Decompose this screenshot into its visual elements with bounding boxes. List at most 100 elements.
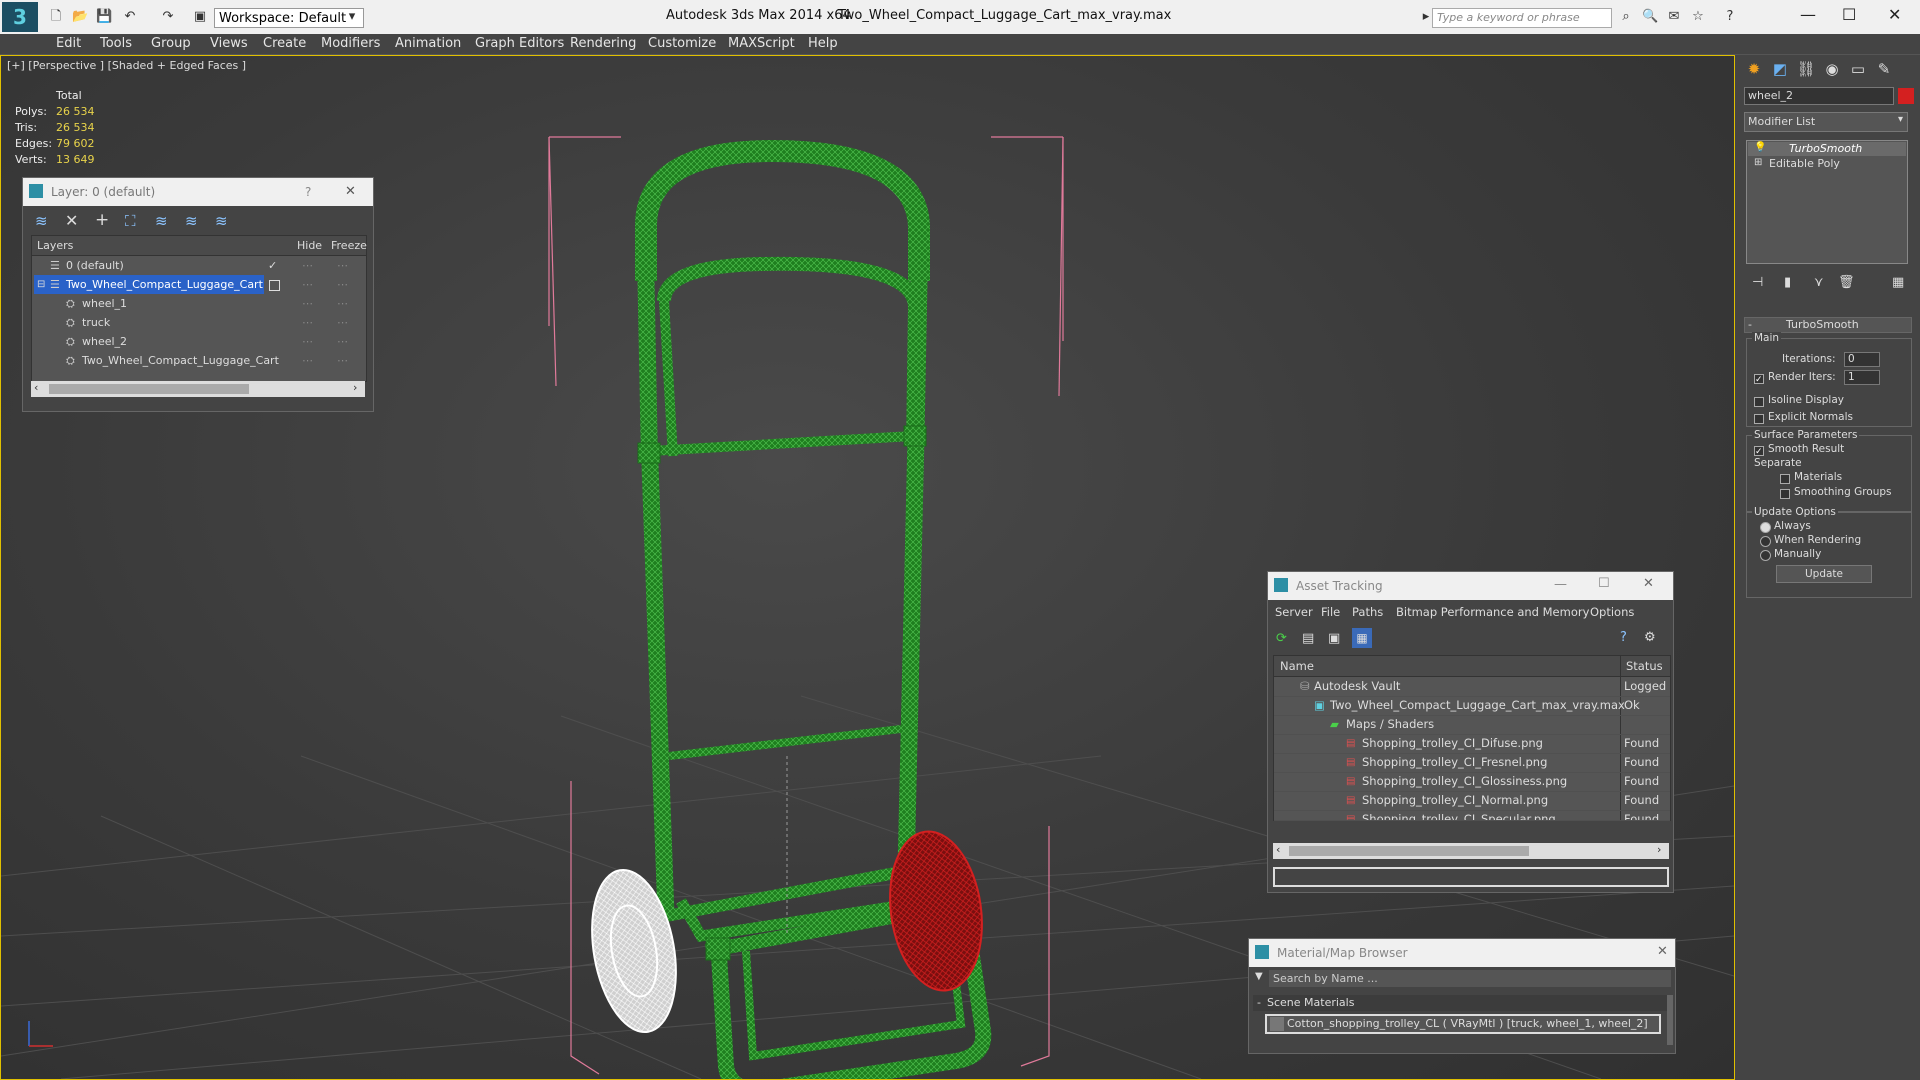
scroll-left-icon[interactable]: ‹ (1276, 843, 1280, 856)
communication-center-icon[interactable]: ✉ (1666, 9, 1682, 25)
menu-customize[interactable]: Customize (648, 34, 716, 54)
select-objects-icon[interactable]: ⛶ (125, 212, 136, 230)
section-collapse-icon[interactable]: - (1257, 996, 1261, 1009)
show-end-result-icon[interactable]: ▮ (1784, 275, 1791, 290)
asset-row[interactable]: ▤ Shopping_trolley_CI_Difuse.png Found (1274, 734, 1670, 754)
layer-row[interactable]: ⛭ Two_Wheel_Compact_Luggage_Cart ⋯ ⋯ (32, 351, 352, 370)
explicit-normals-checkbox[interactable] (1754, 411, 1764, 425)
asset-menu-server[interactable]: Server (1275, 605, 1313, 619)
menu-views[interactable]: Views (210, 34, 248, 54)
asset-row[interactable]: ⛁ Autodesk Vault Logged C (1274, 677, 1670, 697)
iterations-spinner[interactable]: 0 (1844, 352, 1880, 367)
browser-options-icon[interactable]: ▼ (1255, 971, 1263, 982)
table-view-icon[interactable]: ▦ (1352, 628, 1372, 648)
menu-modifiers[interactable]: Modifiers (321, 34, 380, 54)
add-to-layer-icon[interactable]: + (95, 210, 109, 230)
collapse-icon[interactable]: ⊟ (37, 275, 45, 294)
settings-icon[interactable]: ⚙ (1644, 630, 1656, 645)
col-header-freeze[interactable]: Freeze (331, 239, 367, 252)
minimize-window-button[interactable]: — (1800, 5, 1816, 24)
freeze-layers-icon[interactable]: ≋ (215, 212, 228, 230)
redo-icon[interactable]: ↷ (160, 9, 176, 25)
freeze-toggle[interactable]: ⋯ (337, 275, 348, 294)
menu-tools[interactable]: Tools (100, 34, 132, 54)
modify-tab-icon[interactable]: ◩ (1768, 58, 1792, 80)
close-window-button[interactable]: ✕ (1888, 5, 1901, 24)
render-iters-checkbox[interactable] (1754, 371, 1764, 385)
freeze-toggle[interactable]: ⋯ (337, 332, 348, 351)
remove-modifier-icon[interactable]: 🗑 (1838, 275, 1855, 290)
freeze-toggle[interactable]: ⋯ (337, 256, 348, 275)
delete-layer-icon[interactable]: ✕ (65, 211, 78, 230)
render-iters-spinner[interactable]: 1 (1844, 370, 1880, 385)
maximize-window-button[interactable]: ☐ (1842, 5, 1856, 24)
scroll-thumb[interactable] (1289, 846, 1529, 856)
layer-panel-close-button[interactable]: ✕ (345, 184, 356, 199)
materials-checkbox[interactable] (1780, 471, 1790, 485)
hierarchy-tab-icon[interactable]: ⛓ (1794, 58, 1818, 80)
menu-rendering[interactable]: Rendering (570, 34, 636, 54)
undo-icon[interactable]: ↶ (122, 9, 138, 25)
col-header-layers[interactable]: Layers (37, 239, 73, 252)
pin-stack-icon[interactable]: ⊣ (1752, 275, 1763, 290)
chevron-down-icon[interactable]: ▾ (1898, 114, 1903, 125)
isoline-checkbox[interactable] (1754, 394, 1764, 408)
display-tab-icon[interactable]: ▭ (1846, 58, 1870, 80)
layer-row[interactable]: ⛭ wheel_1 ⋯ ⋯ (32, 294, 352, 313)
layer-panel-scrollbar[interactable]: ‹ › (31, 381, 365, 397)
stack-item-label[interactable]: Editable Poly (1769, 157, 1840, 170)
asset-close-button[interactable]: ✕ (1643, 576, 1654, 591)
utilities-tab-icon[interactable]: ✎ (1872, 58, 1896, 80)
col-header-name[interactable]: Name (1280, 659, 1314, 673)
project-folder-icon[interactable]: ▣ (192, 9, 208, 25)
highlight-layer-icon[interactable]: ≋ (155, 212, 168, 230)
asset-row[interactable]: ▤ Shopping_trolley_CI_Normal.png Found (1274, 791, 1670, 811)
material-item[interactable]: Cotton_shopping_trolley_CL ( VRayMtl ) [… (1265, 1014, 1661, 1034)
create-tab-icon[interactable]: ✹ (1742, 58, 1766, 80)
asset-row[interactable]: ▰ Maps / Shaders (1274, 715, 1670, 735)
asset-row[interactable]: ▤ Shopping_trolley_CI_Specular.png Found (1274, 810, 1670, 821)
motion-tab-icon[interactable]: ◉ (1820, 58, 1844, 80)
freeze-toggle[interactable]: ⋯ (337, 294, 348, 313)
scroll-right-icon[interactable]: › (353, 381, 357, 394)
menu-animation[interactable]: Animation (395, 34, 461, 54)
keyword-search-input[interactable]: Type a keyword or phrase (1432, 8, 1612, 28)
configure-sets-icon[interactable]: ▦ (1892, 275, 1904, 290)
hide-toggle[interactable]: ⋯ (302, 313, 313, 332)
menu-group[interactable]: Group (151, 34, 191, 54)
col-header-hide[interactable]: Hide (297, 239, 322, 252)
open-file-icon[interactable]: 📂 (72, 9, 88, 25)
help-icon[interactable]: ? (1620, 630, 1627, 645)
asset-row[interactable]: ▤ Shopping_trolley_CI_Fresnel.png Found (1274, 753, 1670, 773)
asset-maximize-button[interactable]: ☐ (1598, 576, 1610, 591)
lightbulb-icon[interactable]: 💡 (1754, 142, 1766, 153)
asset-row[interactable]: ▤ Shopping_trolley_CI_Glossiness.png Fou… (1274, 772, 1670, 792)
scroll-thumb[interactable] (49, 384, 249, 394)
manually-radio[interactable] (1760, 548, 1771, 562)
object-color-swatch[interactable] (1898, 88, 1914, 104)
refresh-icon[interactable]: ⟳ (1276, 631, 1287, 646)
hide-layers-icon[interactable]: ≋ (185, 212, 198, 230)
workspace-dropdown[interactable]: Workspace: Default (214, 8, 364, 28)
material-browser-scrollbar[interactable] (1667, 995, 1673, 1045)
freeze-toggle[interactable]: ⋯ (337, 313, 348, 332)
asset-menu-paths[interactable]: Paths (1352, 605, 1383, 619)
material-search-input[interactable]: Search by Name ... (1269, 970, 1671, 987)
asset-minimize-button[interactable]: — (1554, 577, 1567, 592)
scroll-left-icon[interactable]: ‹ (34, 381, 38, 394)
list-view-icon[interactable]: ▤ (1302, 631, 1314, 646)
new-file-icon[interactable]: 🗋 (48, 9, 64, 25)
app-logo-icon[interactable]: 3 (2, 2, 38, 32)
layer-row[interactable]: ⛭ truck ⋯ ⋯ (32, 313, 352, 332)
asset-path-field[interactable] (1273, 867, 1669, 887)
when-rendering-radio[interactable] (1760, 534, 1771, 548)
object-name-field[interactable]: wheel_2 (1744, 87, 1894, 105)
hide-toggle[interactable]: ⋯ (302, 294, 313, 313)
help-icon[interactable]: ? (1722, 9, 1738, 25)
menu-graph-editors[interactable]: Graph Editors (475, 34, 564, 54)
col-header-status[interactable]: Status (1626, 659, 1663, 673)
layer-row[interactable]: ☰ 0 (default) ✓ ⋯ ⋯ (32, 256, 352, 275)
hide-toggle[interactable]: ⋯ (302, 256, 313, 275)
chevron-down-icon[interactable]: ▾ (344, 9, 360, 25)
menu-create[interactable]: Create (263, 34, 306, 54)
